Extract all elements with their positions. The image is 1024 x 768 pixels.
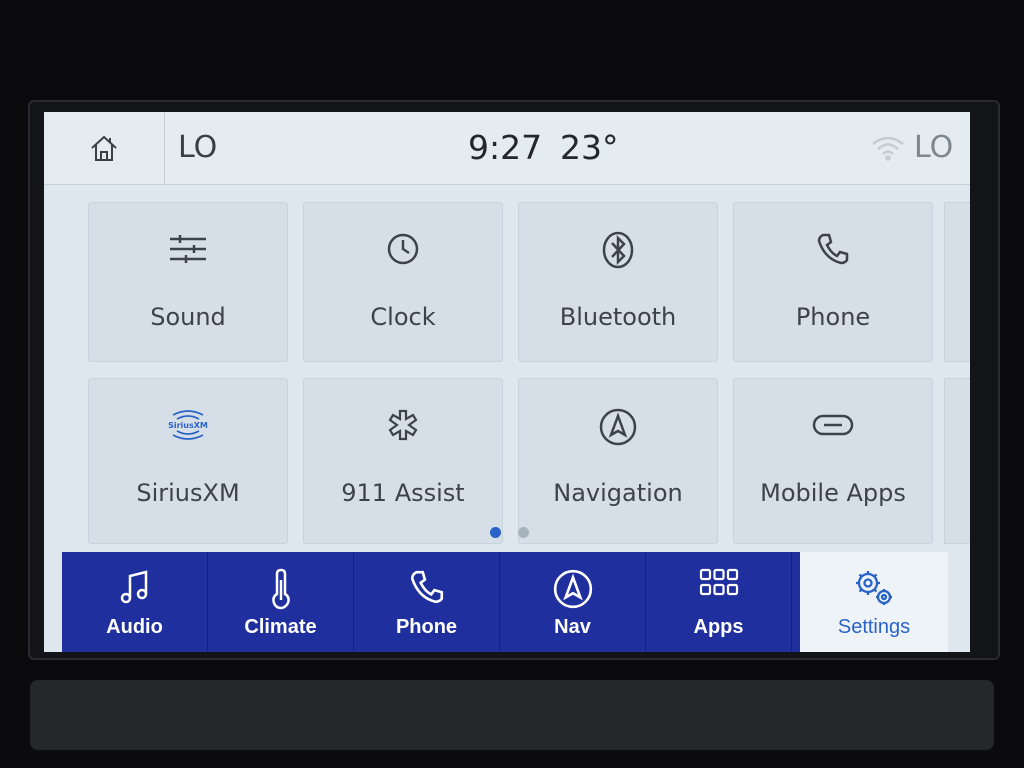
thermometer-icon (271, 568, 290, 610)
nav-label: Audio (106, 616, 163, 638)
compass-icon (553, 569, 592, 609)
wifi-icon (872, 136, 904, 161)
outside-temperature: 23° (560, 128, 619, 167)
tile-label: SiriusXM (136, 479, 240, 507)
bluetooth-icon (602, 231, 634, 269)
tile-mobile-apps[interactable]: Mobile Apps (733, 378, 933, 544)
tile-label: Navigation (553, 479, 683, 507)
asterisk-icon (388, 409, 418, 441)
tile-label: Sound (150, 303, 226, 331)
tile-siriusxm[interactable]: SiriusXM SiriusXM (88, 378, 288, 544)
tile-phone[interactable]: Phone (733, 202, 933, 362)
status-bar: LO 9:27 23° LO (44, 112, 970, 185)
tile-label: Clock (370, 303, 436, 331)
nav-label: Climate (244, 616, 317, 638)
nav-settings[interactable]: Settings (800, 552, 948, 652)
nav-label: Nav (554, 616, 591, 638)
link-icon (812, 414, 854, 436)
tile-clock[interactable]: Clock (303, 202, 503, 362)
nav-nav[interactable]: Nav (500, 552, 646, 652)
gears-icon (856, 571, 892, 605)
nav-audio[interactable]: Audio (62, 552, 208, 652)
page-indicator-inactive[interactable] (518, 527, 529, 538)
next-page-tile-peek (944, 202, 970, 362)
nav-apps[interactable]: Apps (646, 552, 792, 652)
home-button[interactable] (44, 112, 165, 184)
apps-grid-icon (699, 568, 738, 596)
compass-icon (599, 408, 637, 446)
touchscreen: LO 9:27 23° LO Sound Clock Bluetooth Pho… (44, 112, 970, 652)
bottom-nav-bar: Audio Climate Phone Nav Apps Settings (62, 552, 948, 652)
svg-text:SiriusXM: SiriusXM (168, 421, 208, 430)
passenger-temp-setting[interactable]: LO (914, 130, 953, 165)
nav-label: Phone (395, 616, 458, 638)
nav-label: Apps (693, 616, 744, 638)
dashboard-console (30, 680, 994, 750)
sliders-icon (170, 235, 206, 263)
phone-icon (817, 233, 849, 265)
clock-time: 9:27 (468, 128, 543, 167)
driver-temp-setting[interactable]: LO (178, 130, 217, 165)
phone-icon (410, 570, 443, 604)
nav-climate[interactable]: Climate (208, 552, 354, 652)
home-icon (91, 135, 117, 161)
music-note-icon (120, 570, 147, 604)
nav-label: Settings (837, 616, 911, 638)
tile-label: Bluetooth (559, 303, 677, 331)
nav-phone[interactable]: Phone (354, 552, 500, 652)
clock-icon (387, 233, 419, 265)
tile-bluetooth[interactable]: Bluetooth (518, 202, 718, 362)
tile-sound[interactable]: Sound (88, 202, 288, 362)
siriusxm-icon: SiriusXM (168, 410, 208, 440)
next-page-tile-peek (944, 378, 970, 544)
page-indicator-active[interactable] (490, 527, 501, 538)
tile-911-assist[interactable]: 911 Assist (303, 378, 503, 544)
tile-label: 911 Assist (341, 479, 465, 507)
tile-navigation[interactable]: Navigation (518, 378, 718, 544)
tile-label: Phone (795, 303, 871, 331)
tile-label: Mobile Apps (760, 479, 906, 507)
